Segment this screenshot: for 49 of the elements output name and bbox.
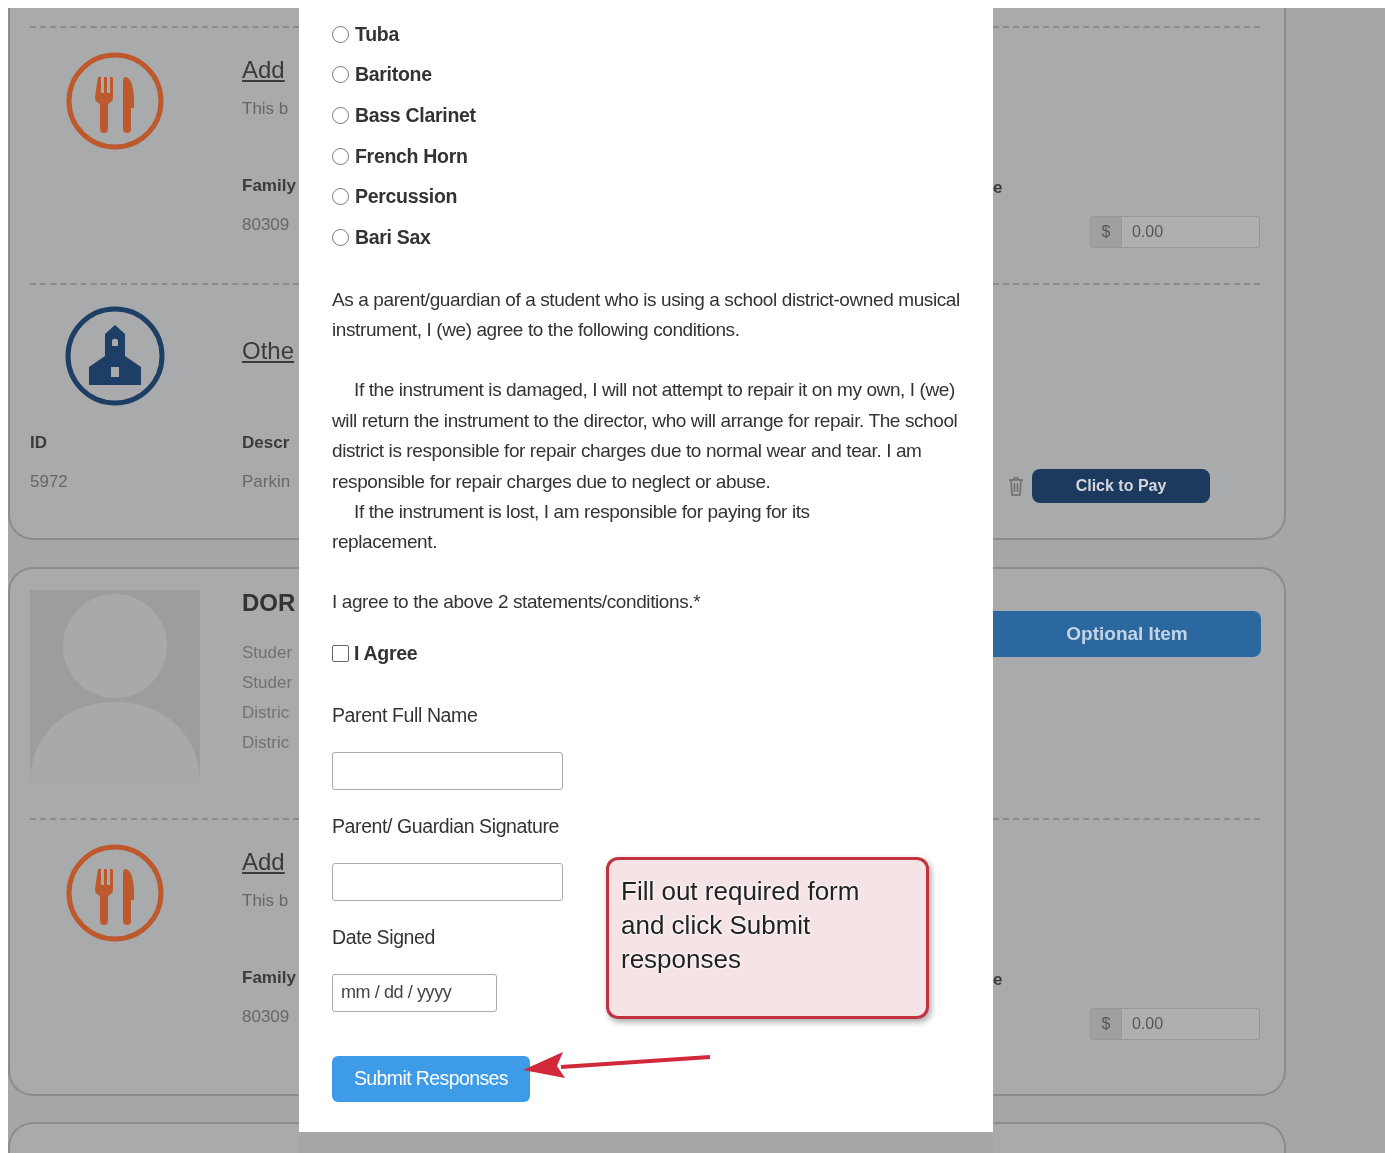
condition-text: If the instrument is lost, I am responsible for paying for its replacement. <box>332 500 811 555</box>
student-detail: Distric <box>242 702 290 724</box>
pay-button[interactable]: Click to Pay <box>1032 469 1210 503</box>
text-field[interactable] <box>332 751 563 790</box>
field-label: Family <box>242 176 296 196</box>
amount-value: 0.00 <box>1131 222 1164 242</box>
schoolhouse-icon <box>64 305 166 407</box>
field-value: 80309 <box>242 1006 290 1028</box>
field-label: Parent/ Guardian Signature <box>332 813 559 839</box>
option-label[interactable]: Tuba <box>355 22 399 46</box>
student-detail: Studer <box>242 672 293 694</box>
field-label: Date Signed <box>332 924 435 950</box>
checkbox-label[interactable]: I Agree <box>354 642 418 666</box>
option-label[interactable]: Percussion <box>355 185 458 209</box>
callout-note: Fill out required form and click Submit responses <box>606 857 929 1019</box>
optional-item-button[interactable]: Optional Item <box>993 611 1261 657</box>
agree-checkbox[interactable] <box>332 645 349 663</box>
field-label: Family <box>242 968 296 988</box>
amount-value: 0.00 <box>1131 1014 1164 1034</box>
option-label[interactable]: Bari Sax <box>355 225 431 249</box>
item-link[interactable]: Othe <box>242 337 295 365</box>
item-description: This b <box>242 890 289 912</box>
option-label[interactable]: Baritone <box>355 63 432 87</box>
field-label: e <box>993 178 1003 198</box>
student-name: DOR <box>242 589 296 617</box>
item-description: This b <box>242 98 289 120</box>
option-label[interactable]: French Horn <box>355 144 468 168</box>
column-label: ID <box>30 433 47 453</box>
item-link[interactable]: Add <box>242 848 285 876</box>
field-value: 80309 <box>242 214 290 236</box>
field-label: e <box>993 970 1003 990</box>
currency-prefix: $ <box>1091 217 1122 247</box>
condition-text: If the instrument is damaged, I will not attempt to repair it on my own, I (we) will return the instrument to the director, who will arrange for repair. The school district is responsible for repair charges due to normal wear and tear. I am responsible for repair charges due to neglect or abuse. <box>332 378 959 494</box>
column-label: Descr <box>242 433 290 453</box>
field-label: Parent Full Name <box>332 702 478 728</box>
item-link[interactable]: Add <box>242 56 285 84</box>
student-detail: Distric <box>242 732 290 754</box>
student-detail: Studer <box>242 642 293 664</box>
date-field[interactable]: mm / dd / yyyy <box>332 973 497 1012</box>
utensils-icon <box>65 843 165 943</box>
trash-icon[interactable] <box>1008 476 1024 496</box>
agreement-prompt: I agree to the above 2 statements/conditions.* <box>332 589 701 614</box>
text-field[interactable] <box>332 862 563 901</box>
column-value: 5972 <box>30 471 68 493</box>
option-label[interactable]: Bass Clarinet <box>355 104 476 127</box>
currency-prefix: $ <box>1091 1009 1122 1039</box>
agreement-intro: As a parent/guardian of a student who is using a school district-owned musical instrument, I (we) agree to the following conditions. <box>332 287 961 342</box>
column-value: Parkin <box>242 471 291 493</box>
utensils-icon <box>65 51 165 151</box>
